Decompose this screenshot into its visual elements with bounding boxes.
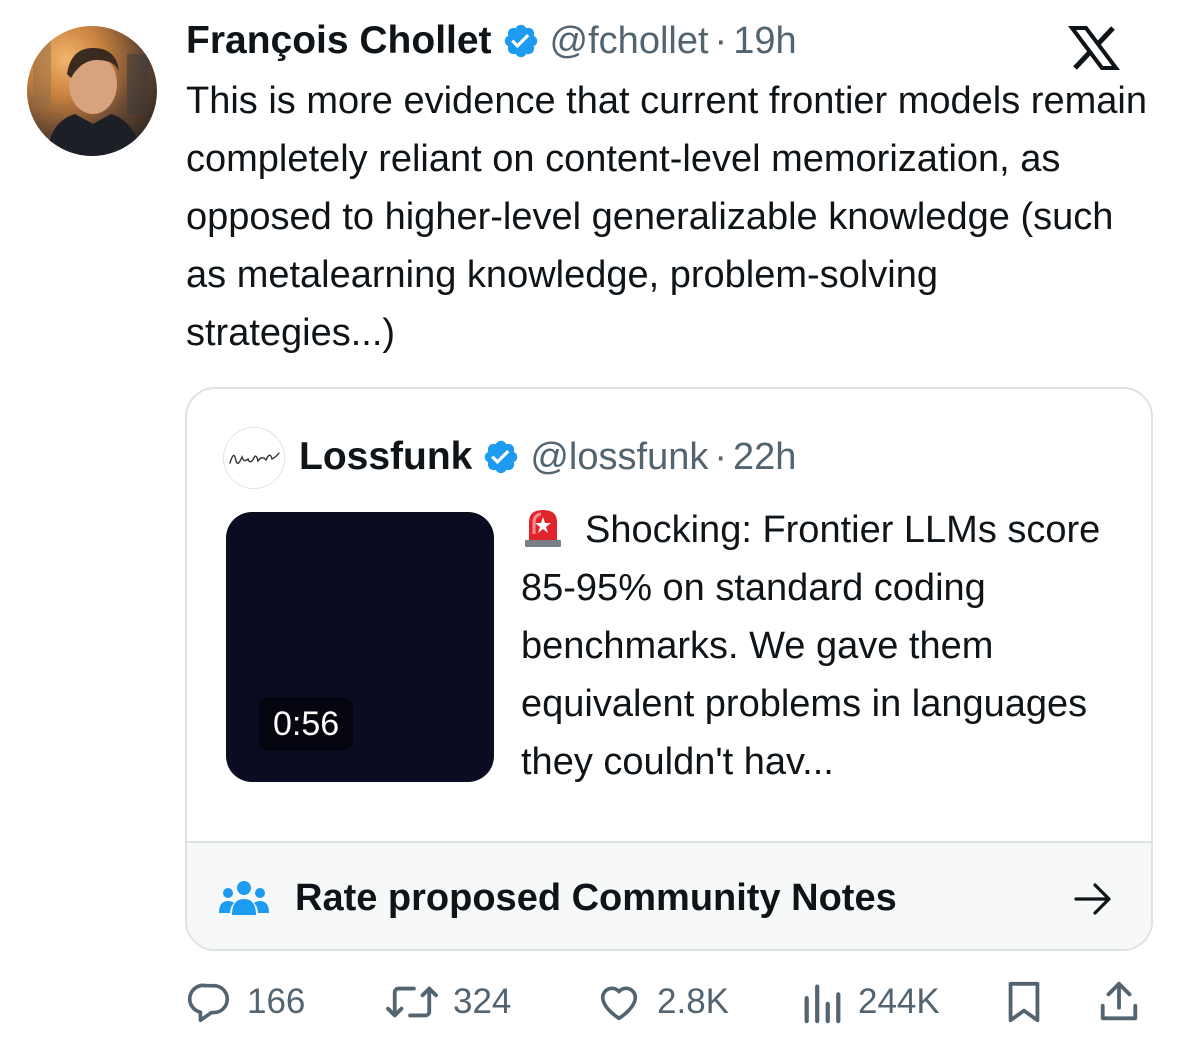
bookmark-icon: [1008, 981, 1040, 1023]
tweet-time[interactable]: 19h: [733, 20, 796, 63]
quoted-tweet-time[interactable]: 22h: [733, 436, 796, 479]
reply-button[interactable]: 166: [187, 978, 305, 1026]
x-logo-icon: [1068, 26, 1120, 70]
community-notes-icon: [219, 879, 269, 919]
author-name[interactable]: François Chollet: [186, 19, 492, 63]
verified-badge-icon: [482, 438, 520, 476]
author-handle[interactable]: @fchollet: [550, 20, 709, 63]
reply-icon: [187, 983, 230, 1023]
quoted-tweet-header: Lossfunk @lossfunk · 22h: [299, 429, 796, 485]
tweet: François Chollet @fchollet · 19h This is…: [0, 0, 1179, 1062]
arrow-right-icon[interactable]: [1073, 881, 1113, 917]
quoted-tweet-text-content: Shocking: Frontier LLMs score 85-95% on …: [521, 509, 1101, 783]
share-button[interactable]: [1097, 978, 1141, 1026]
retweet-count: 324: [453, 982, 512, 1021]
like-icon: [600, 986, 638, 1021]
like-button[interactable]: 2.8K: [595, 978, 729, 1026]
reply-count: 166: [247, 982, 306, 1021]
quoted-tweet-text: Shocking: Frontier LLMs score 85-95% on …: [521, 501, 1141, 791]
verified-badge-icon: [502, 22, 540, 60]
tweet-text: This is more evidence that current front…: [186, 80, 1147, 354]
bookmark-button[interactable]: [1002, 978, 1046, 1026]
quoted-author-name[interactable]: Lossfunk: [299, 435, 472, 479]
views-button[interactable]: 244K: [800, 978, 940, 1026]
action-bar: 166 324 2.8K 244K: [0, 972, 1179, 1032]
quoted-author-avatar[interactable]: [223, 427, 285, 489]
tweet-header: François Chollet @fchollet · 19h: [186, 16, 797, 66]
video-thumbnail[interactable]: 0:56: [226, 512, 494, 782]
quoted-tweet[interactable]: Lossfunk @lossfunk · 22h 0:56 Shocking: …: [185, 387, 1153, 951]
community-notes-bar[interactable]: Rate proposed Community Notes: [187, 841, 1151, 949]
views-count: 244K: [858, 982, 940, 1021]
views-icon: [804, 984, 841, 1024]
author-avatar[interactable]: [27, 26, 157, 156]
quoted-author-handle[interactable]: @lossfunk: [530, 436, 708, 479]
separator-dot: ·: [714, 435, 727, 478]
separator-dot: ·: [714, 19, 728, 62]
video-duration: 0:56: [259, 697, 354, 751]
retweet-button[interactable]: 324: [385, 978, 511, 1026]
siren-icon: [521, 504, 565, 548]
like-count: 2.8K: [657, 982, 729, 1021]
share-icon: [1100, 981, 1138, 1021]
community-notes-label: Rate proposed Community Notes: [295, 877, 897, 919]
retweet-icon: [386, 986, 438, 1018]
